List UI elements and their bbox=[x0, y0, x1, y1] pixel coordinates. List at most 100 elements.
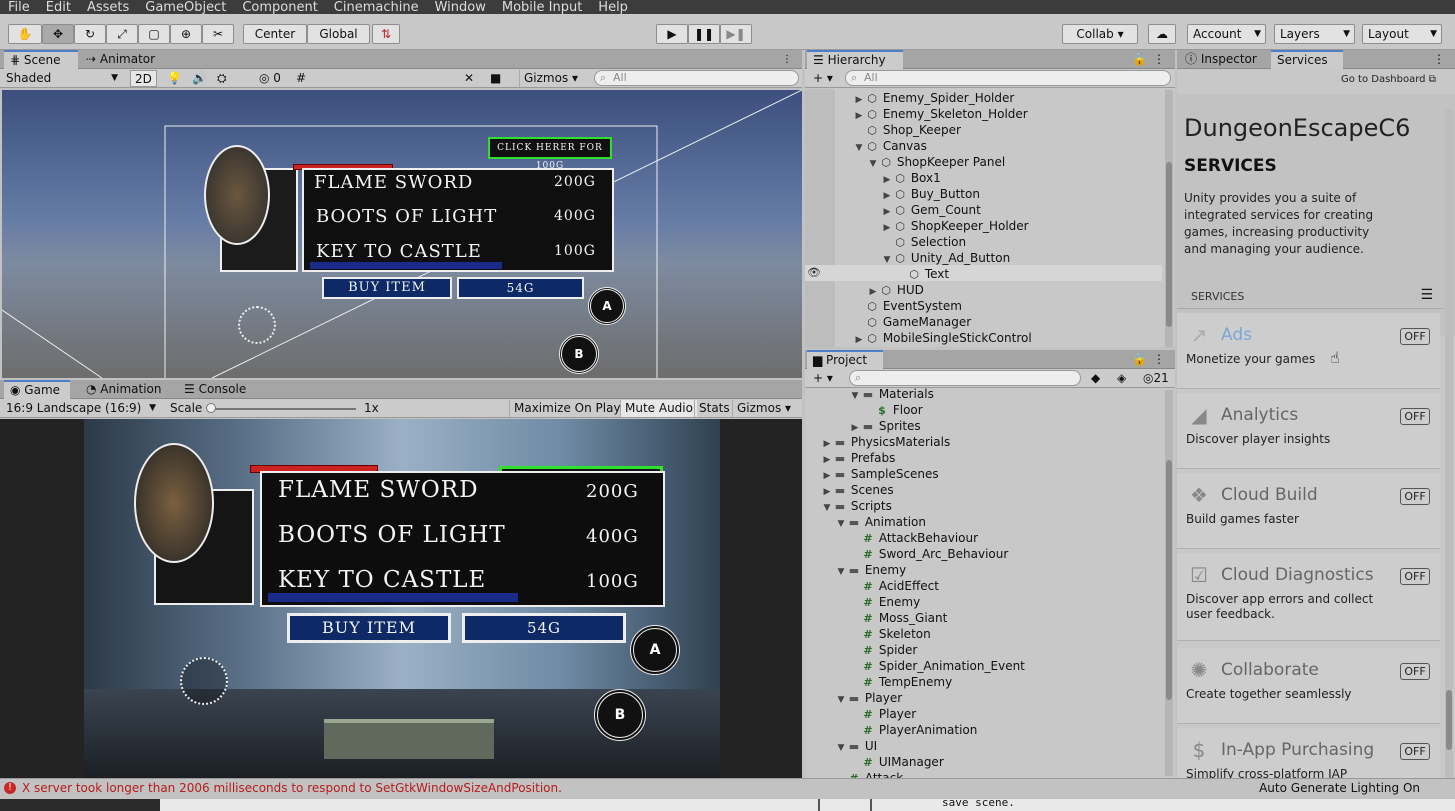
service-name[interactable]: Analytics bbox=[1221, 405, 1298, 425]
project-item[interactable]: ▼ ▬ Animation bbox=[835, 514, 926, 530]
panel-menu-icon[interactable]: ⋮ bbox=[1427, 50, 1451, 69]
mute-audio-toggle[interactable]: Mute Audio bbox=[620, 400, 697, 417]
hierarchy-item[interactable]: ▶ ⬡ HUD bbox=[867, 282, 924, 298]
grid-icon[interactable]: # bbox=[292, 70, 310, 87]
expand-arrow-icon[interactable]: ▼ bbox=[835, 692, 847, 708]
menu-help[interactable]: Help bbox=[590, 1, 636, 14]
play-button[interactable]: ▶ bbox=[656, 24, 688, 44]
scene-viewport[interactable]: CLICK HERER FOR 100G FLAME SWORD 200G BO… bbox=[2, 90, 802, 378]
hierarchy-item[interactable]: ▶ ⬡ MobileSingleStickControl bbox=[853, 330, 1032, 346]
service-toggle[interactable]: OFF bbox=[1400, 743, 1430, 760]
space-global-toggle[interactable]: Global bbox=[307, 24, 370, 44]
hierarchy-item[interactable]: ▶ ⬡ Enemy_Skeleton_Holder bbox=[853, 106, 1028, 122]
project-item[interactable]: # AttackBehaviour bbox=[849, 530, 978, 546]
project-item[interactable]: ▼ ▬ Player bbox=[835, 690, 903, 708]
hierarchy-item[interactable]: ▼ ⬡ ShopKeeper Panel bbox=[867, 154, 1006, 172]
project-item[interactable]: ▶ ▬ Sprites bbox=[849, 418, 921, 434]
project-item[interactable]: ▶ ▬ Scenes bbox=[821, 482, 894, 498]
filter-by-label-icon[interactable]: ◈ bbox=[1113, 370, 1130, 387]
step-button[interactable]: ▶❚ bbox=[720, 24, 752, 44]
hand-tool-icon[interactable]: ✋ bbox=[8, 24, 42, 44]
service-card[interactable]: ◢ Analytics Discover player insights OFF bbox=[1177, 393, 1440, 469]
gizmos-dropdown[interactable]: Gizmos ▾ bbox=[519, 70, 582, 87]
game-gizmos-dropdown[interactable]: Gizmos ▾ bbox=[732, 400, 795, 417]
rotate-tool-icon[interactable]: ↻ bbox=[74, 24, 106, 44]
hierarchy-item[interactable]: ▶ ⬡ Enemy_Spider_Holder bbox=[853, 90, 1015, 106]
service-name[interactable]: In-App Purchasing bbox=[1221, 740, 1374, 760]
auto-lighting-status[interactable]: Auto Generate Lighting On bbox=[1259, 781, 1420, 795]
panel-menu-icon[interactable]: ⋮ bbox=[776, 50, 798, 69]
pivot-center-toggle[interactable]: Center bbox=[243, 24, 307, 44]
expand-arrow-icon[interactable]: ▼ bbox=[821, 500, 833, 516]
project-item[interactable]: # Spider_Animation_Event bbox=[849, 658, 1025, 674]
service-card[interactable]: ☑ Cloud Diagnostics Discover app errors an… bbox=[1177, 553, 1440, 641]
tab-project[interactable]: ▆ Project bbox=[807, 350, 883, 369]
service-name[interactable]: Cloud Diagnostics bbox=[1221, 565, 1374, 585]
hierarchy-item[interactable]: ⬡ GameManager bbox=[853, 314, 971, 330]
tools-icon[interactable]: ✕ bbox=[460, 70, 478, 87]
project-scrollbar[interactable] bbox=[1165, 390, 1173, 776]
game-joystick[interactable] bbox=[180, 657, 228, 705]
hamburger-menu-icon[interactable]: ☰ bbox=[1420, 287, 1433, 303]
hierarchy-scroll-thumb[interactable] bbox=[1166, 162, 1172, 327]
audio-icon[interactable]: 🔊 bbox=[188, 70, 211, 87]
hierarchy-item[interactable]: ▶ ⬡ Gem_Count bbox=[881, 202, 981, 218]
project-item[interactable]: # Enemy bbox=[849, 594, 920, 610]
menu-mobile-input[interactable]: Mobile Input bbox=[494, 1, 590, 14]
expand-arrow-icon[interactable]: ▼ bbox=[867, 156, 879, 172]
tab-animation[interactable]: ◔ Animation bbox=[80, 380, 167, 399]
hidden-objects-toggle[interactable]: ◎ 0 bbox=[255, 70, 285, 87]
pause-button[interactable]: ❚❚ bbox=[688, 24, 720, 44]
hierarchy-item[interactable]: ▶ ⬡ Buy_Button bbox=[881, 186, 980, 202]
project-item[interactable]: # UIManager bbox=[849, 754, 943, 770]
hierarchy-item[interactable]: ▶ ⬡ Box1 bbox=[881, 170, 941, 186]
rect-tool-icon[interactable]: ▢ bbox=[138, 24, 170, 44]
tab-inspector[interactable]: ⓘ Inspector bbox=[1179, 50, 1263, 69]
project-search-input[interactable]: ⌕ bbox=[849, 370, 1081, 386]
expand-arrow-icon[interactable]: ▼ bbox=[881, 252, 893, 268]
create-dropdown[interactable]: + ▾ bbox=[809, 70, 837, 87]
effects-icon[interactable]: ⛭ bbox=[213, 70, 231, 87]
project-item[interactable]: ▼ ▬ Scripts bbox=[821, 498, 892, 514]
game-buy-button[interactable]: BUY ITEM bbox=[287, 613, 451, 643]
project-item[interactable]: ▶ ▬ PhysicsMaterials bbox=[821, 434, 951, 450]
cloud-icon[interactable]: ☁ bbox=[1148, 24, 1176, 44]
layout-dropdown[interactable]: Layout ▼ bbox=[1362, 24, 1442, 44]
project-item[interactable]: # Sword_Arc_Behaviour bbox=[849, 546, 1008, 562]
go-to-dashboard-link[interactable]: Go to Dashboard ⧉ bbox=[1341, 74, 1436, 85]
aspect-dropdown[interactable]: 16:9 Landscape (16:9) ▼ bbox=[2, 400, 160, 417]
menu-edit[interactable]: Edit bbox=[38, 1, 79, 14]
hierarchy-item[interactable]: ⬡ EventSystem bbox=[853, 298, 962, 314]
camera-icon[interactable]: ■ bbox=[486, 70, 505, 87]
project-item[interactable]: ▼ ▬ UI bbox=[835, 738, 878, 754]
project-item[interactable]: # Skeleton bbox=[849, 626, 930, 642]
expand-arrow-icon[interactable]: ▼ bbox=[849, 388, 861, 404]
project-item[interactable]: # Spider bbox=[849, 642, 917, 658]
project-item[interactable]: ▼ ▬ Materials bbox=[849, 386, 934, 402]
expand-arrow-icon[interactable]: ▶ bbox=[853, 332, 865, 347]
filter-by-type-icon[interactable]: ◆ bbox=[1087, 370, 1104, 387]
snap-icon[interactable]: ⇅ bbox=[372, 24, 400, 44]
hierarchy-item[interactable]: ⬡ Shop_Keeper bbox=[853, 122, 961, 138]
custom-tool-icon[interactable]: ✂ bbox=[202, 24, 234, 44]
hierarchy-item[interactable]: ▼ ⬡ Unity_Ad_Button bbox=[881, 250, 1011, 268]
project-item[interactable]: $ Floor bbox=[863, 402, 923, 418]
project-item[interactable]: # PlayerAnimation bbox=[849, 722, 977, 738]
service-name[interactable]: Cloud Build bbox=[1221, 485, 1318, 505]
shading-dropdown[interactable]: Shaded ▼ bbox=[2, 70, 122, 87]
tab-scene[interactable]: ⋕ Scene bbox=[4, 50, 78, 69]
game-viewport[interactable]: CLICK HERER FOR 100G FLAME SWORD 200G BO… bbox=[84, 419, 720, 778]
expand-arrow-icon[interactable]: ▼ bbox=[835, 516, 847, 532]
tab-console[interactable]: ☰ Console bbox=[178, 380, 252, 399]
menu-assets[interactable]: Assets bbox=[79, 1, 137, 14]
service-name[interactable]: Collaborate bbox=[1221, 660, 1319, 680]
service-card[interactable]: ↗ Ads Monetize your games OFF bbox=[1177, 313, 1440, 389]
hidden-packages-toggle[interactable]: ◎21 bbox=[1139, 370, 1173, 387]
project-item[interactable]: # Moss_Giant bbox=[849, 610, 947, 626]
tab-animator[interactable]: ⇢ Animator bbox=[80, 50, 161, 69]
status-error-message[interactable]: X server took longer than 2006 milliseco… bbox=[22, 781, 562, 795]
services-scrollbar[interactable] bbox=[1445, 110, 1453, 778]
layers-dropdown[interactable]: Layers ▼ bbox=[1274, 24, 1355, 44]
hierarchy-item[interactable]: ⬡ Selection bbox=[881, 234, 966, 250]
panel-menu-icon[interactable]: ⋮ bbox=[1147, 50, 1171, 69]
